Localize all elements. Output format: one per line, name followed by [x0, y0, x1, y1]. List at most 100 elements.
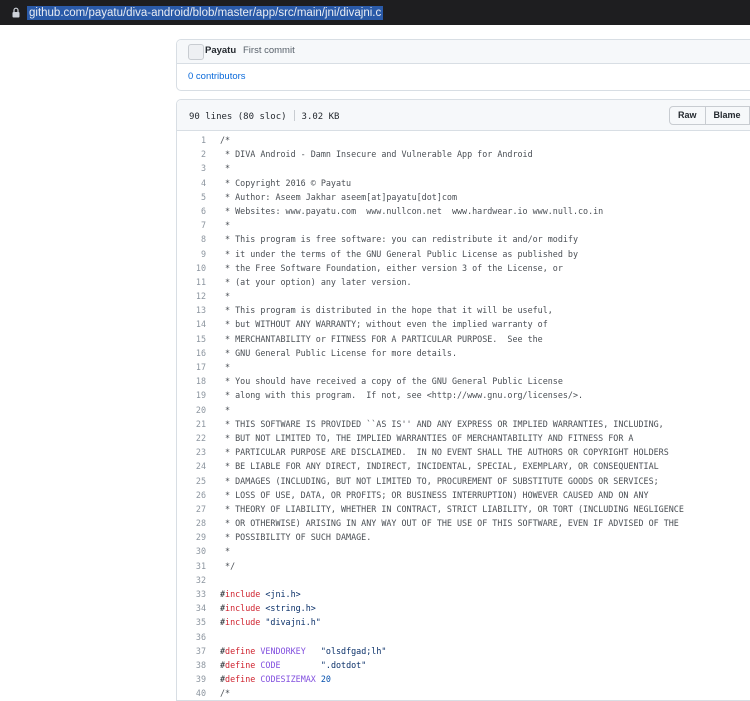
- line-code: * the Free Software Foundation, either v…: [220, 262, 563, 273]
- line-number[interactable]: 19: [177, 388, 206, 402]
- line-number[interactable]: 35: [177, 615, 206, 629]
- code-line: 8 * This program is free software: you c…: [177, 232, 750, 246]
- file-size: 3.02 KB: [301, 112, 340, 122]
- code-token: ".dotdot": [280, 659, 367, 670]
- line-code: * it under the terms of the GNU General …: [220, 248, 578, 259]
- line-code: * THIS SOFTWARE IS PROVIDED ``AS IS'' AN…: [220, 418, 664, 429]
- blame-button[interactable]: Blame: [705, 106, 750, 125]
- code-line: 28 * OR OTHERWISE) ARISING IN ANY WAY OU…: [177, 516, 750, 530]
- line-number[interactable]: 22: [177, 431, 206, 445]
- line-number[interactable]: 20: [177, 403, 206, 417]
- line-number[interactable]: 25: [177, 474, 206, 488]
- line-number[interactable]: 26: [177, 488, 206, 502]
- line-number[interactable]: 23: [177, 445, 206, 459]
- line-number[interactable]: 1: [177, 133, 206, 147]
- line-number[interactable]: 12: [177, 289, 206, 303]
- line-code: */: [220, 560, 236, 571]
- code-token: VENDORKEY: [260, 645, 306, 656]
- line-code: * POSSIBILITY OF SUCH DAMAGE.: [220, 532, 372, 543]
- line-number[interactable]: 33: [177, 587, 206, 601]
- code-line: 22 * BUT NOT LIMITED TO, THE IMPLIED WAR…: [177, 431, 750, 445]
- line-code: * Copyright 2016 © Payatu: [220, 177, 352, 188]
- code-line: 9 * it under the terms of the GNU Genera…: [177, 247, 750, 261]
- line-number[interactable]: 11: [177, 275, 206, 289]
- line-code: * along with this program. If not, see <…: [220, 390, 584, 401]
- line-number[interactable]: 17: [177, 360, 206, 374]
- code-line: 14 * but WITHOUT ANY WARRANTY; without e…: [177, 317, 750, 331]
- code-line: 40 /*: [177, 686, 750, 700]
- line-number[interactable]: 4: [177, 176, 206, 190]
- code-line: 3 *: [177, 161, 750, 175]
- line-code: * BUT NOT LIMITED TO, THE IMPLIED WARRAN…: [220, 432, 634, 443]
- code-line: 20 *: [177, 403, 750, 417]
- file-actions: Raw Blame: [669, 106, 750, 125]
- line-code: * Author: Aseem Jakhar aseem[at]payatu[d…: [220, 191, 457, 202]
- line-number[interactable]: 24: [177, 459, 206, 473]
- code-line: 7 *: [177, 218, 750, 232]
- line-code: * GNU General Public License for more de…: [220, 347, 457, 358]
- code-token: <jni.h>: [260, 589, 301, 599]
- line-code: #include "divajni.h": [220, 615, 321, 629]
- line-number[interactable]: 10: [177, 261, 206, 275]
- line-code: * Websites: www.payatu.com www.nullcon.n…: [220, 205, 604, 216]
- code-token: include: [225, 617, 261, 628]
- code-line: 18 * You should have received a copy of …: [177, 374, 750, 388]
- url-text[interactable]: github.com/payatu/diva-android/blob/mast…: [27, 6, 384, 20]
- line-number[interactable]: 3: [177, 161, 206, 175]
- commit-header: Payatu First commit: [177, 40, 750, 64]
- line-code: * DIVA Android - Damn Insecure and Vulne…: [220, 149, 533, 160]
- line-number[interactable]: 34: [177, 601, 206, 615]
- line-number[interactable]: 28: [177, 516, 206, 530]
- browser-address-bar[interactable]: github.com/payatu/diva-android/blob/mast…: [0, 0, 750, 25]
- line-code: * THEORY OF LIABILITY, WHETHER IN CONTRA…: [220, 503, 684, 514]
- line-code: * OR OTHERWISE) ARISING IN ANY WAY OUT O…: [220, 518, 679, 529]
- code-line: 34 #include <string.h>: [177, 601, 750, 615]
- raw-button[interactable]: Raw: [669, 106, 706, 125]
- line-code: * BE LIABLE FOR ANY DIRECT, INDIRECT, IN…: [220, 461, 659, 472]
- divider: [293, 110, 295, 121]
- line-number[interactable]: 18: [177, 374, 206, 388]
- line-code: #define CODE ".dotdot": [220, 658, 366, 672]
- line-code: * This program is free software: you can…: [220, 234, 578, 245]
- commit-message[interactable]: First commit: [243, 45, 295, 56]
- code-listing: 1 /* 2 * DIVA Android - Damn Insecure and …: [177, 133, 750, 701]
- code-line: 37 #define VENDORKEY "olsdfgad;lh": [177, 644, 750, 658]
- line-number[interactable]: 9: [177, 247, 206, 261]
- code-token: include: [225, 589, 261, 599]
- line-number[interactable]: 37: [177, 644, 206, 658]
- code-line: 5 * Author: Aseem Jakhar aseem[at]payatu…: [177, 190, 750, 204]
- contributors-link[interactable]: 0 contributors: [188, 71, 246, 82]
- line-number[interactable]: 2: [177, 147, 206, 161]
- line-code: * DAMAGES (INCLUDING, BUT NOT LIMITED TO…: [220, 475, 659, 486]
- line-number[interactable]: 21: [177, 417, 206, 431]
- code-line: 6 * Websites: www.payatu.com www.nullcon…: [177, 204, 750, 218]
- code-line: 26 * LOSS OF USE, DATA, OR PROFITS; OR B…: [177, 488, 750, 502]
- line-number[interactable]: 15: [177, 332, 206, 346]
- code-token: CODE: [260, 659, 281, 670]
- line-number[interactable]: 32: [177, 573, 206, 587]
- line-number[interactable]: 13: [177, 303, 206, 317]
- line-number[interactable]: 7: [177, 218, 206, 232]
- code-line: 29 * POSSIBILITY OF SUCH DAMAGE.: [177, 530, 750, 544]
- line-number[interactable]: 6: [177, 204, 206, 218]
- code-token: define: [225, 674, 256, 685]
- line-code: * LOSS OF USE, DATA, OR PROFITS; OR BUSI…: [220, 489, 649, 500]
- line-number[interactable]: 5: [177, 190, 206, 204]
- file-info: 90 lines (80 sloc) 3.02 KB: [189, 110, 339, 122]
- code-token: define: [225, 645, 256, 656]
- code-line: 38 #define CODE ".dotdot": [177, 658, 750, 672]
- line-number[interactable]: 38: [177, 658, 206, 672]
- line-number[interactable]: 30: [177, 544, 206, 558]
- line-number[interactable]: 8: [177, 232, 206, 246]
- line-number[interactable]: 36: [177, 630, 206, 644]
- line-number[interactable]: 39: [177, 672, 206, 686]
- line-code: /*: [220, 688, 231, 699]
- avatar-icon[interactable]: [188, 44, 204, 60]
- line-number[interactable]: 29: [177, 530, 206, 544]
- line-number[interactable]: 40: [177, 686, 206, 700]
- line-number[interactable]: 31: [177, 559, 206, 573]
- line-number[interactable]: 14: [177, 317, 206, 331]
- line-number[interactable]: 27: [177, 502, 206, 516]
- commit-author[interactable]: Payatu: [205, 45, 236, 56]
- line-number[interactable]: 16: [177, 346, 206, 360]
